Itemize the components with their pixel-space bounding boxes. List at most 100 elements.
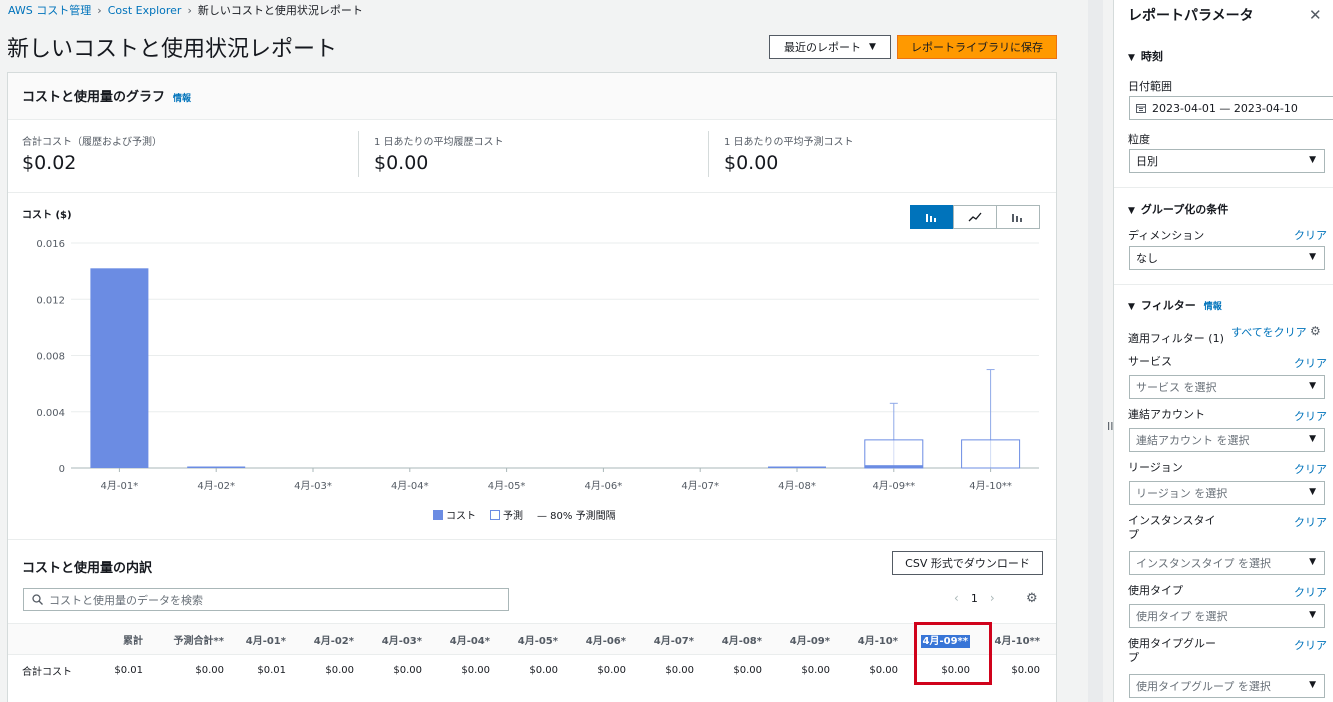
- metric-value: $0.00: [724, 152, 779, 174]
- metric-divider: [358, 131, 359, 177]
- prev-page-icon[interactable]: ‹: [954, 591, 959, 605]
- date-range-input[interactable]: 2023-04-01 — 2023-04-10: [1129, 96, 1333, 120]
- granularity-select[interactable]: 日別 ▼: [1129, 149, 1325, 173]
- cell-text: 4月-05*: [517, 635, 558, 647]
- download-csv-button[interactable]: CSV 形式でダウンロード: [892, 551, 1043, 575]
- cell-text: $0.00: [869, 664, 898, 676]
- column-header[interactable]: 予測合計**: [151, 632, 232, 647]
- metric-label: 1 日あたりの平均予測コスト: [724, 137, 854, 148]
- recent-reports-button[interactable]: 最近のレポート ▼: [769, 35, 891, 59]
- filter-clear-link[interactable]: クリア: [1294, 408, 1327, 424]
- column-header[interactable]: 4月-07*: [634, 632, 702, 647]
- cell-text: $0.00: [733, 664, 762, 676]
- clear-all-link[interactable]: すべてをクリア: [1231, 324, 1307, 340]
- page-title: 新しいコストと使用状況レポート: [7, 37, 338, 62]
- filter-select[interactable]: 使用タイプ を選択 ▼: [1129, 604, 1325, 628]
- filter-info-link[interactable]: 情報: [1204, 302, 1222, 312]
- panel-splitter[interactable]: [1088, 0, 1103, 702]
- x-tick-label: 4月-10**: [969, 480, 1012, 492]
- column-header[interactable]: 4月-06*: [566, 632, 634, 647]
- next-page-icon[interactable]: ›: [990, 591, 995, 605]
- applied-filters-label: 適用フィルター (1): [1128, 332, 1224, 345]
- date-range-value: 2023-04-01 — 2023-04-10: [1152, 101, 1298, 115]
- dimension-value: なし: [1136, 252, 1158, 265]
- breadcrumb-cost-explorer[interactable]: Cost Explorer: [108, 4, 182, 17]
- caret-down-icon: ▼: [1309, 680, 1316, 690]
- filter-placeholder: インスタンスタイプ を選択: [1136, 557, 1272, 570]
- cell-text: 4月-02*: [313, 635, 354, 647]
- pagination: ‹ 1 ›: [954, 591, 995, 605]
- legend-item-interval[interactable]: — 80% 予測間隔: [537, 507, 616, 522]
- close-icon[interactable]: ✕: [1309, 6, 1322, 24]
- section-group-by[interactable]: ▼ グループ化の条件: [1128, 201, 1228, 217]
- table-cell: $0.00: [151, 665, 232, 676]
- breakdown-search-input[interactable]: コストと使用量のデータを検索: [23, 588, 509, 611]
- info-link[interactable]: 情報: [173, 94, 191, 104]
- metric-label: 合計コスト（履歴および予測）: [22, 137, 162, 148]
- cell-text: 4月-06*: [585, 635, 626, 647]
- date-range-label: 日付範囲: [1128, 80, 1172, 93]
- section-time[interactable]: ▼ 時刻: [1128, 48, 1163, 64]
- table-cell: $0.00: [702, 665, 770, 676]
- legend-label: 予測: [503, 511, 523, 522]
- legend-item-cost[interactable]: コスト: [433, 507, 476, 522]
- page-number[interactable]: 1: [971, 592, 978, 605]
- table-cell: $0.00: [294, 665, 362, 676]
- dimension-select[interactable]: なし ▼: [1129, 246, 1325, 270]
- column-header[interactable]: 4月-05*: [498, 632, 566, 647]
- bar-chart-icon: [926, 214, 936, 222]
- cost-bar: [187, 466, 246, 468]
- cell-text: 4月-04*: [449, 635, 490, 647]
- filter-clear-link[interactable]: クリア: [1294, 584, 1327, 600]
- caret-down-icon: ▼: [1309, 434, 1316, 444]
- section-filters[interactable]: ▼ フィルター 情報: [1128, 297, 1222, 313]
- filter-select[interactable]: 連結アカウント を選択 ▼: [1129, 428, 1325, 452]
- filter-clear-link[interactable]: クリア: [1294, 461, 1327, 477]
- save-to-library-button[interactable]: レポートライブラリに保存: [897, 35, 1057, 59]
- chevron-right-icon: ›: [97, 4, 102, 17]
- breadcrumb-cost-management[interactable]: AWS コスト管理: [8, 4, 91, 17]
- filter-select[interactable]: インスタンスタイプ を選択 ▼: [1129, 551, 1325, 575]
- cell-text: 4月-09*: [789, 635, 830, 647]
- filter-placeholder: 使用タイプグループ を選択: [1136, 680, 1271, 693]
- table-cell: 合計コスト: [8, 663, 93, 678]
- filter-clear-link[interactable]: クリア: [1294, 514, 1327, 530]
- breadcrumb-current: 新しいコストと使用状況レポート: [197, 4, 363, 17]
- column-header[interactable]: 4月-04*: [430, 632, 498, 647]
- breakdown-title: コストと使用量の内訳: [22, 561, 153, 576]
- column-header[interactable]: 4月-03*: [362, 632, 430, 647]
- gear-icon[interactable]: ⚙: [1310, 324, 1321, 338]
- column-header[interactable]: 4月-01*: [232, 632, 294, 647]
- table-row: 合計コスト $0.01 $0.00 $0.01 $0.00 $0.00 $0.00 $0.00…: [8, 654, 1056, 685]
- x-tick-label: 4月-03*: [294, 480, 332, 492]
- graph-title-text: コストと使用量のグラフ: [22, 90, 166, 105]
- chart-legend: コスト 予測 — 80% 予測間隔: [433, 507, 624, 522]
- filter-clear-link[interactable]: クリア: [1294, 355, 1327, 371]
- legend-label: コスト: [446, 511, 476, 522]
- divider: [8, 192, 1056, 193]
- legend-item-forecast[interactable]: 予測: [490, 507, 523, 522]
- filter-select[interactable]: 使用タイプグループ を選択 ▼: [1129, 674, 1325, 698]
- column-header[interactable]: 4月-10*: [838, 632, 906, 647]
- filter-select[interactable]: サービス を選択 ▼: [1129, 375, 1325, 399]
- dimension-clear-link[interactable]: クリア: [1294, 227, 1327, 243]
- gear-icon[interactable]: ⚙: [1026, 591, 1038, 606]
- x-tick-label: 4月-08*: [778, 480, 816, 492]
- cell-text: 4月-07*: [653, 635, 694, 647]
- caret-down-icon: ▼: [869, 42, 876, 52]
- cell-text: $0.00: [393, 664, 422, 676]
- filter-label: インスタンスタイプ: [1128, 514, 1216, 541]
- column-header[interactable]: 4月-02*: [294, 632, 362, 647]
- column-header[interactable]: 4月-09*: [770, 632, 838, 647]
- column-header[interactable]: 累計: [93, 632, 151, 647]
- recent-reports-label: 最近のレポート: [784, 41, 862, 54]
- column-header[interactable]: 4月-08*: [702, 632, 770, 647]
- filter-select[interactable]: リージョン を選択 ▼: [1129, 481, 1325, 505]
- filter-placeholder: 使用タイプ を選択: [1136, 610, 1228, 623]
- cost-bar: [768, 466, 826, 468]
- cost-bar: [864, 465, 923, 468]
- main-content: AWS コスト管理 › Cost Explorer › 新しいコストと使用状況レポート …: [0, 0, 1065, 702]
- filter-placeholder: サービス を選択: [1136, 381, 1217, 394]
- x-tick-label: 4月-04*: [391, 480, 429, 492]
- filter-clear-link[interactable]: クリア: [1294, 637, 1327, 653]
